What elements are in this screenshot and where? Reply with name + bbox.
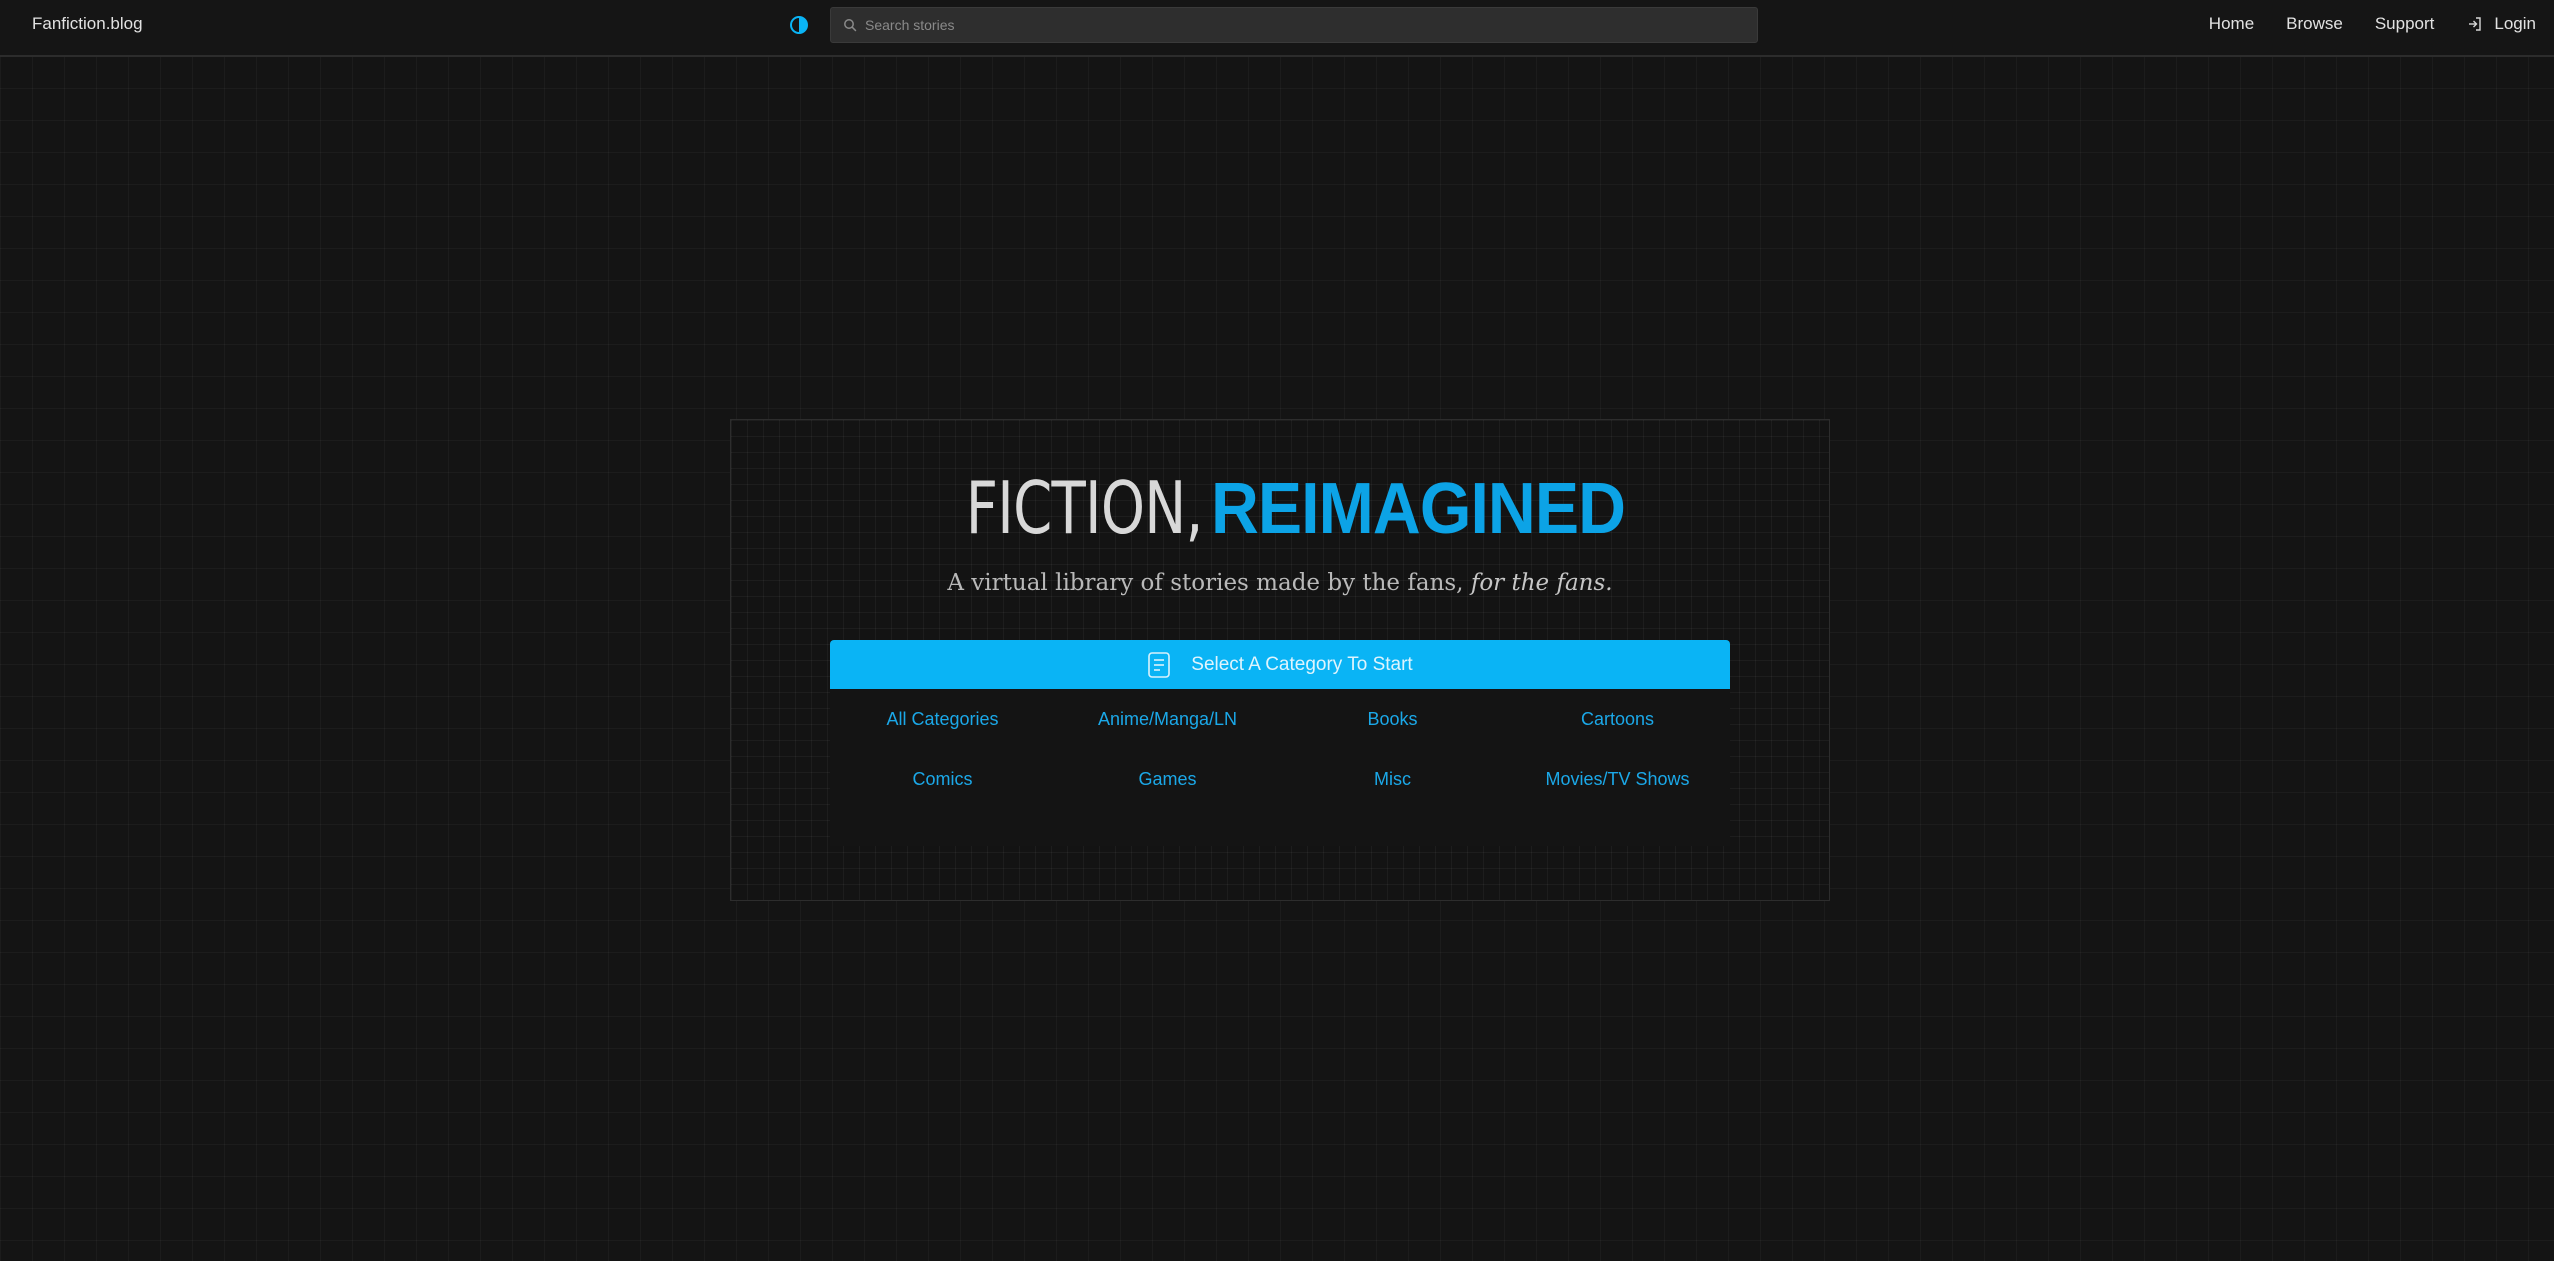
nav-home-link[interactable]: Home xyxy=(2209,14,2254,34)
brand-logo-link[interactable]: Fanfiction.blog xyxy=(32,14,143,34)
category-grid: All Categories Anime/Manga/LN Books Cart… xyxy=(830,689,1730,819)
hero-subtitle: A virtual library of stories made by the… xyxy=(731,570,1829,596)
category-cartoons[interactable]: Cartoons xyxy=(1505,699,1730,759)
category-games[interactable]: Games xyxy=(1055,759,1280,819)
hero-section: FICTION, REIMAGINED A virtual library of … xyxy=(730,419,1830,901)
search-bar xyxy=(830,7,1758,43)
select-category-button[interactable]: Select A Category To Start xyxy=(830,640,1730,689)
category-comics[interactable]: Comics xyxy=(830,759,1055,819)
login-icon xyxy=(2466,15,2484,33)
main-nav: Home Browse Support Login xyxy=(2177,14,2536,34)
nav-support-link[interactable]: Support xyxy=(2375,14,2435,34)
category-misc[interactable]: Misc xyxy=(1280,759,1505,819)
category-anime-manga-ln[interactable]: Anime/Manga/LN xyxy=(1055,699,1280,759)
hero-title-light: FICTION, xyxy=(965,466,1204,550)
hero-title-accent: REIMAGINED xyxy=(1210,469,1626,549)
select-category-label: Select A Category To Start xyxy=(1191,653,1413,675)
contrast-icon[interactable] xyxy=(788,14,810,36)
hero-title: FICTION, REIMAGINED xyxy=(731,472,1829,545)
category-panel: Select A Category To Start All Categorie… xyxy=(830,640,1730,846)
category-movies-tv-shows[interactable]: Movies/TV Shows xyxy=(1505,759,1730,819)
nav-browse-link[interactable]: Browse xyxy=(2286,14,2343,34)
category-books[interactable]: Books xyxy=(1280,699,1505,759)
document-icon xyxy=(1147,651,1171,679)
category-all-categories[interactable]: All Categories xyxy=(830,699,1055,759)
search-input[interactable] xyxy=(865,8,1745,42)
nav-login-link[interactable]: Login xyxy=(2466,14,2536,34)
top-navbar: Fanfiction.blog Home Browse Support xyxy=(0,0,2554,57)
hero-subtitle-main: A virtual library of stories made by the… xyxy=(947,570,1471,596)
nav-login-label: Login xyxy=(2494,14,2536,33)
search-icon xyxy=(843,18,857,32)
hero-subtitle-emphasis: for the fans. xyxy=(1470,570,1613,596)
